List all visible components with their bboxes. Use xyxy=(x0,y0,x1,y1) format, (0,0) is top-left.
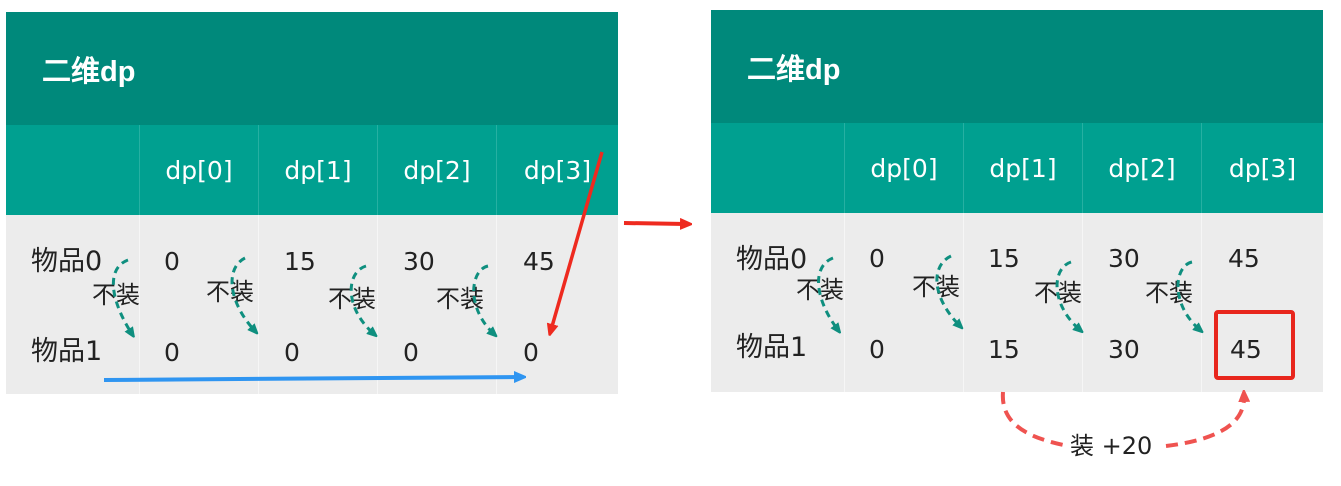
left-skip-arrow-3 xyxy=(472,264,494,334)
left-skip-arrow-1 xyxy=(230,256,255,331)
left-skip-arrow-2 xyxy=(349,264,374,334)
right-skip-arrow-1 xyxy=(935,254,960,326)
right-skip-arrow-3 xyxy=(1176,260,1200,330)
left-red-diagonal-arrow xyxy=(551,151,604,330)
take-dashed-arrow xyxy=(1000,392,1244,448)
panel-transition-arrow xyxy=(623,223,686,224)
right-skip-arrow-2 xyxy=(1055,260,1080,330)
left-skip-arrow-0 xyxy=(112,258,132,334)
result-highlight-box xyxy=(1214,310,1295,380)
right-skip-arrow-0 xyxy=(817,256,838,330)
arrows-overlay xyxy=(103,151,1295,448)
left-blue-row-arrow xyxy=(103,377,520,380)
